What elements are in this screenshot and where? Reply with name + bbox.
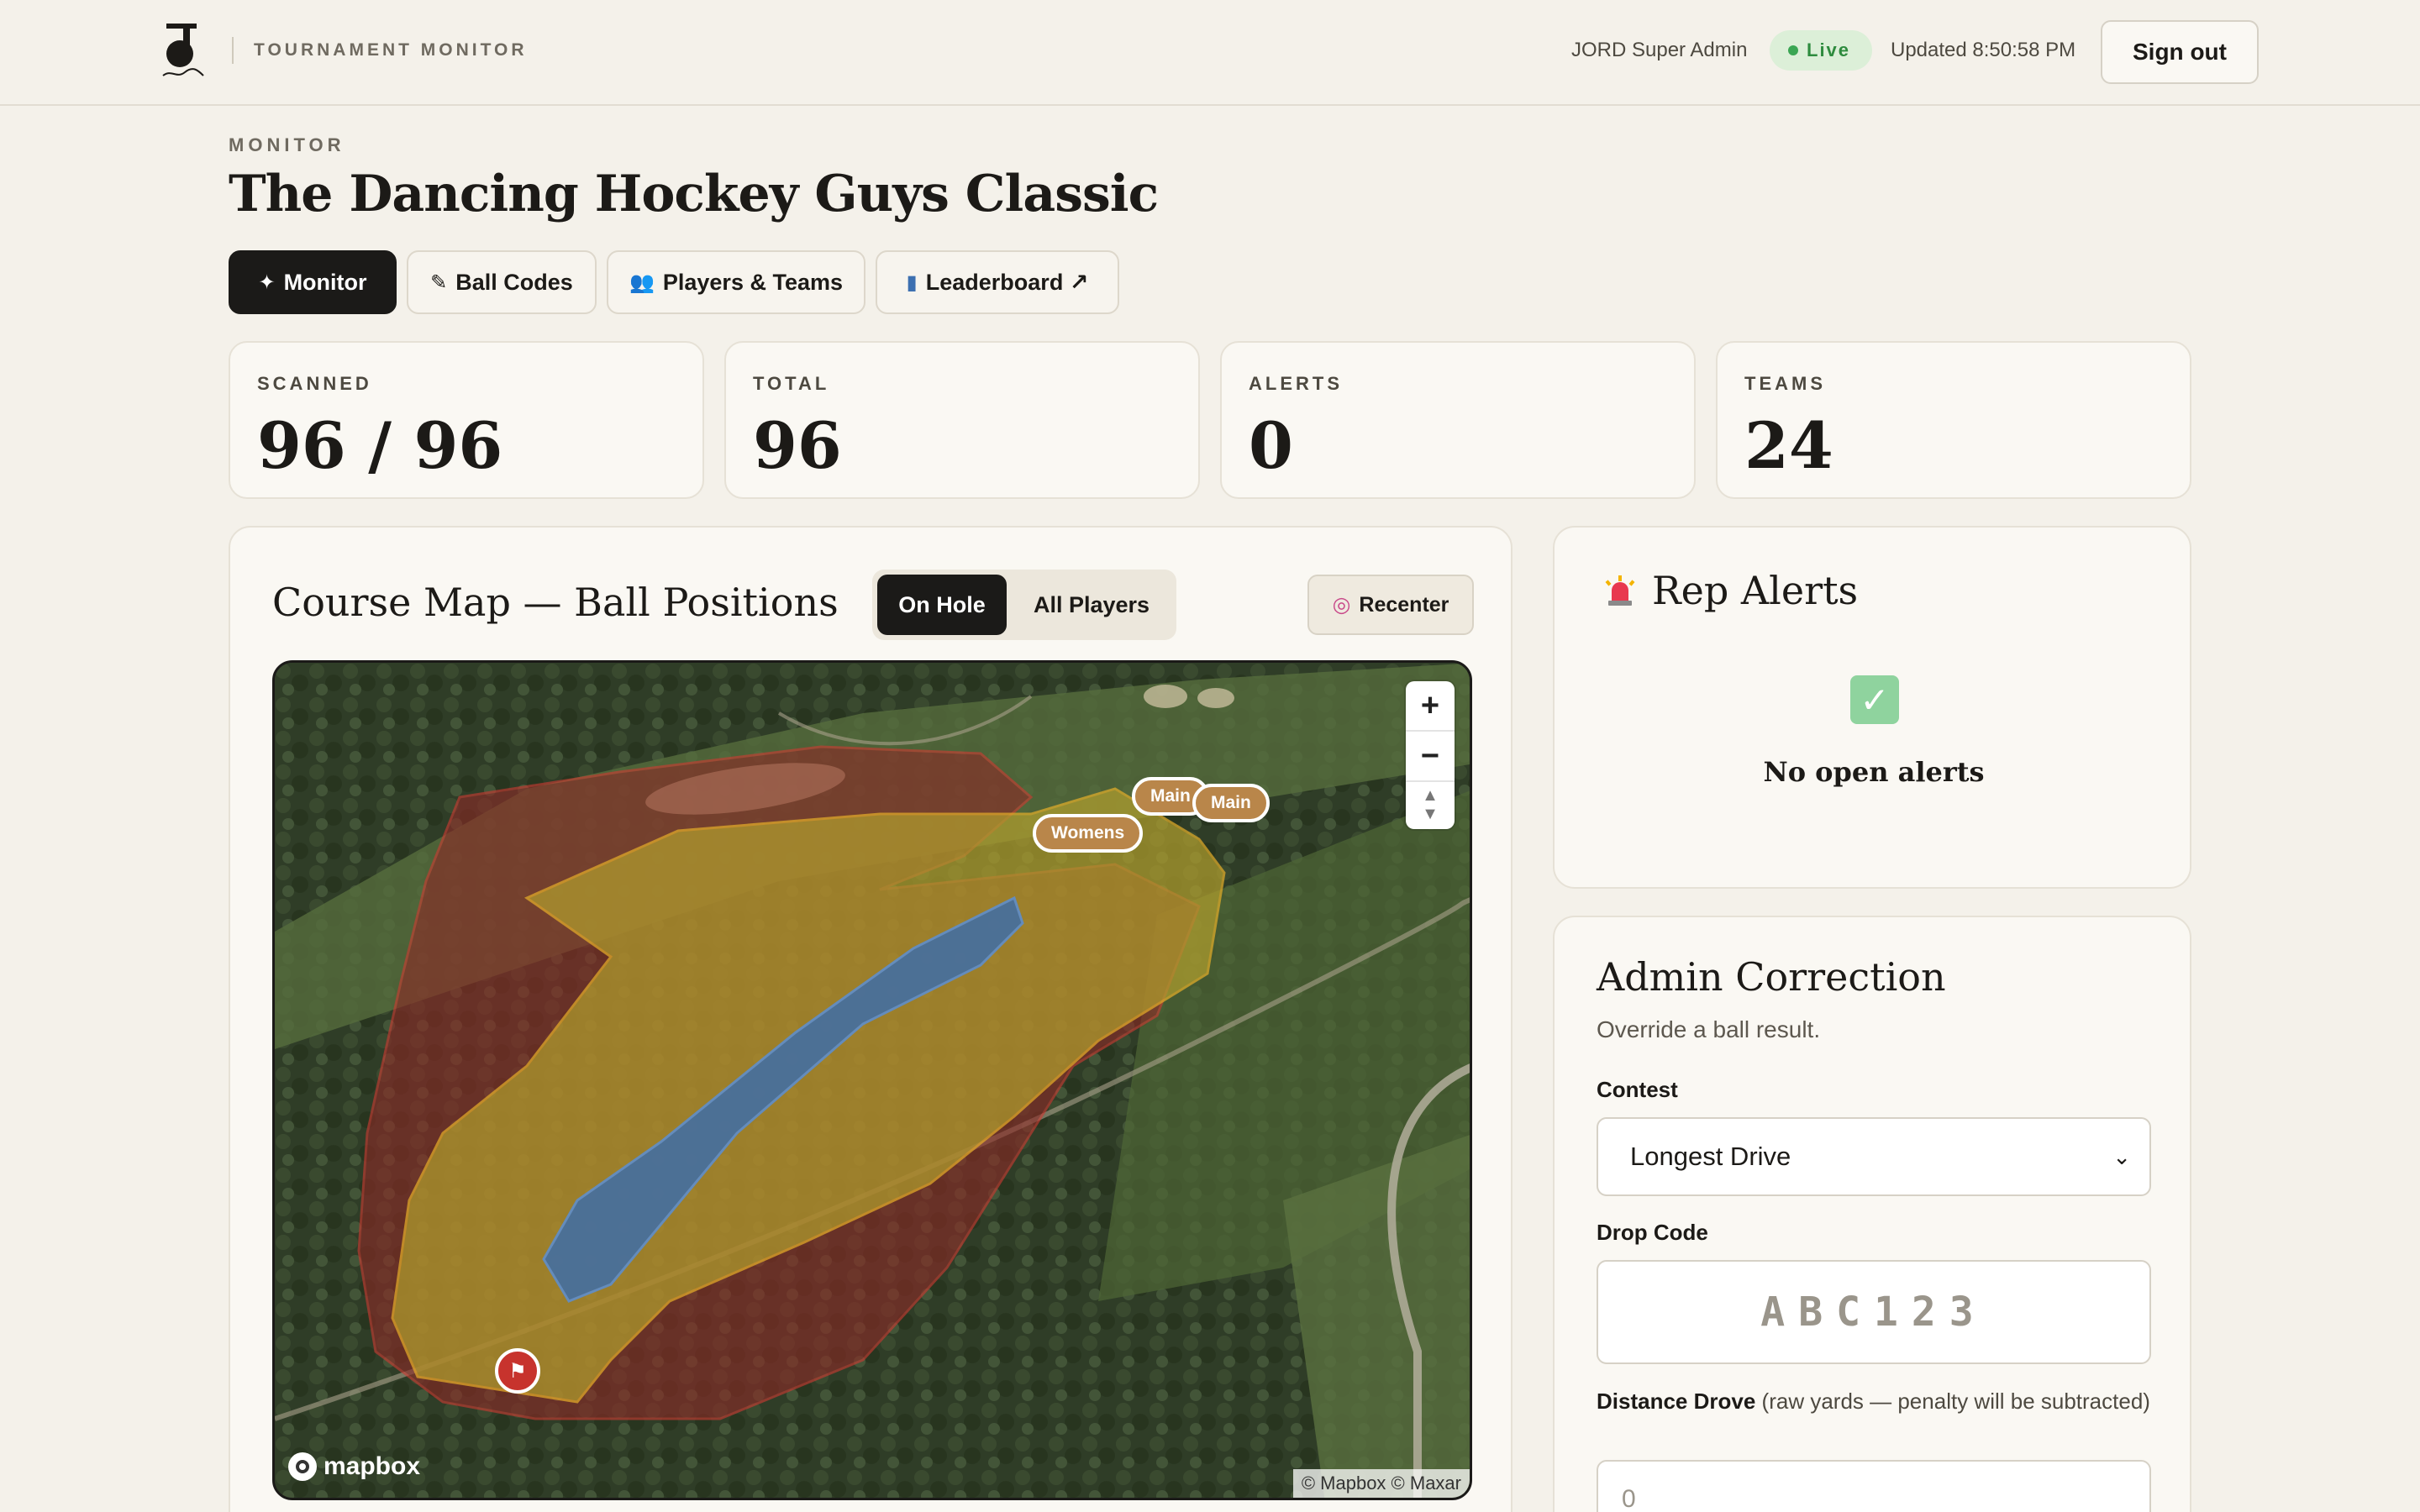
tab-players-teams[interactable]: 👥 Players & Teams (607, 250, 865, 314)
toggle-on-hole[interactable]: On Hole (877, 575, 1007, 635)
stat-value: 96 (753, 408, 842, 483)
distance-label-row: Distance Drove (raw yards — penalty will… (1597, 1384, 2151, 1418)
tab-monitor[interactable]: ✦ Monitor (229, 250, 397, 314)
tab-label: Ball Codes (455, 269, 573, 295)
distance-input[interactable]: 0 (1597, 1460, 2151, 1512)
stat-card-alerts: ALERTS 0 (1220, 341, 1696, 499)
zoom-out-button[interactable]: − (1406, 732, 1455, 780)
admin-card-subtitle: Override a ball result. (1597, 1016, 1821, 1042)
magic-wand-icon: ✦ (258, 270, 276, 294)
live-badge: Live (1770, 30, 1873, 71)
stat-label: TOTAL (753, 373, 830, 394)
stat-value: 96 / 96 (257, 408, 503, 483)
stat-value: 24 (1744, 408, 1833, 483)
top-bar: TOURNAMENT MONITOR JORD Super Admin Live… (0, 0, 2420, 106)
brand-divider (232, 37, 234, 64)
tab-ball-codes[interactable]: ✎ Ball Codes (407, 250, 597, 314)
compass-button[interactable]: ▲▼ (1406, 780, 1455, 829)
brand-logo (162, 24, 204, 76)
compass-icon: ▲▼ (1421, 786, 1439, 823)
target-icon: ◎ (1332, 593, 1351, 617)
recenter-label: Recenter (1359, 592, 1449, 617)
admin-card-title: Admin Correction (1597, 954, 1946, 1000)
pencil-icon: ✎ (430, 270, 448, 294)
course-map[interactable]: + − ▲▼ Main Main Womens ⚑ mapbox © Mapbo… (272, 660, 1472, 1500)
no-alerts-text: No open alerts (1763, 756, 1985, 788)
contest-value: Longest Drive (1630, 1142, 1791, 1171)
siren-icon (1605, 575, 1635, 606)
stat-card-total: TOTAL 96 (724, 341, 1200, 499)
check-mark-icon: ✓ (1850, 675, 1899, 724)
tab-label: Monitor (283, 269, 367, 295)
admin-correction-card: Admin Correction Override a ball result.… (1553, 916, 2191, 1512)
stat-card-scanned: SCANNED 96 / 96 (229, 341, 704, 499)
mapbox-icon (288, 1452, 317, 1481)
course-map-card: Course Map — Ball Positions On Hole All … (229, 526, 1512, 1512)
mapbox-logo: mapbox (288, 1452, 420, 1481)
zoom-controls: + − ▲▼ (1406, 681, 1455, 829)
tab-leaderboard[interactable]: ▮ Leaderboard ↗ (876, 250, 1119, 314)
live-dot-icon (1788, 45, 1798, 55)
map-attribution[interactable]: © Mapbox © Maxar (1292, 1469, 1470, 1498)
zoom-in-button[interactable]: + (1406, 681, 1455, 730)
mapbox-wordmark: mapbox (324, 1452, 421, 1480)
tab-label: Leaderboard ↗ (925, 269, 1089, 295)
brand-text: TOURNAMENT MONITOR (254, 40, 528, 60)
distance-label: Distance Drove (1597, 1389, 1756, 1414)
stat-label: SCANNED (257, 373, 372, 394)
ball-marker[interactable]: Main (1192, 784, 1270, 822)
ball-marker[interactable]: Womens (1033, 814, 1144, 853)
stat-label: ALERTS (1249, 373, 1343, 394)
recenter-button[interactable]: ◎ Recenter (1307, 575, 1474, 635)
stat-value: 0 (1249, 408, 1293, 483)
chevron-down-icon: ⌄ (2112, 1144, 2131, 1169)
live-label: Live (1807, 39, 1851, 60)
view-toggle: On Hole All Players (872, 570, 1176, 640)
map-card-title: Course Map — Ball Positions (272, 580, 839, 625)
people-icon: 👥 (629, 270, 655, 294)
sign-out-button[interactable]: Sign out (2101, 20, 2259, 84)
rep-alerts-card: Rep Alerts ✓ No open alerts (1553, 526, 2191, 889)
drop-code-input[interactable]: ABC123 (1597, 1260, 2151, 1364)
page-title: The Dancing Hockey Guys Classic (229, 165, 1159, 223)
updated-timestamp: Updated 8:50:58 PM (1891, 39, 2076, 61)
hole-flag-icon[interactable]: ⚑ (495, 1348, 540, 1394)
alerts-title-row: Rep Alerts (1603, 568, 1858, 613)
contest-label: Contest (1597, 1077, 1678, 1102)
toggle-all-players[interactable]: All Players (1012, 575, 1171, 635)
bar-chart-icon: ▮ (906, 270, 918, 294)
tab-label: Players & Teams (662, 269, 844, 295)
satellite-map (275, 663, 1470, 1498)
stat-card-teams: TEAMS 24 (1716, 341, 2191, 499)
contest-select[interactable]: Longest Drive ⌄ (1597, 1117, 2151, 1196)
stat-label: TEAMS (1744, 373, 1826, 394)
admin-name: JORD Super Admin (1571, 39, 1748, 61)
page-eyebrow: MONITOR (229, 134, 345, 155)
alerts-title: Rep Alerts (1652, 568, 1859, 613)
distance-hint: (raw yards — penalty will be subtracted) (1761, 1389, 2150, 1414)
drop-code-label: Drop Code (1597, 1220, 1708, 1245)
